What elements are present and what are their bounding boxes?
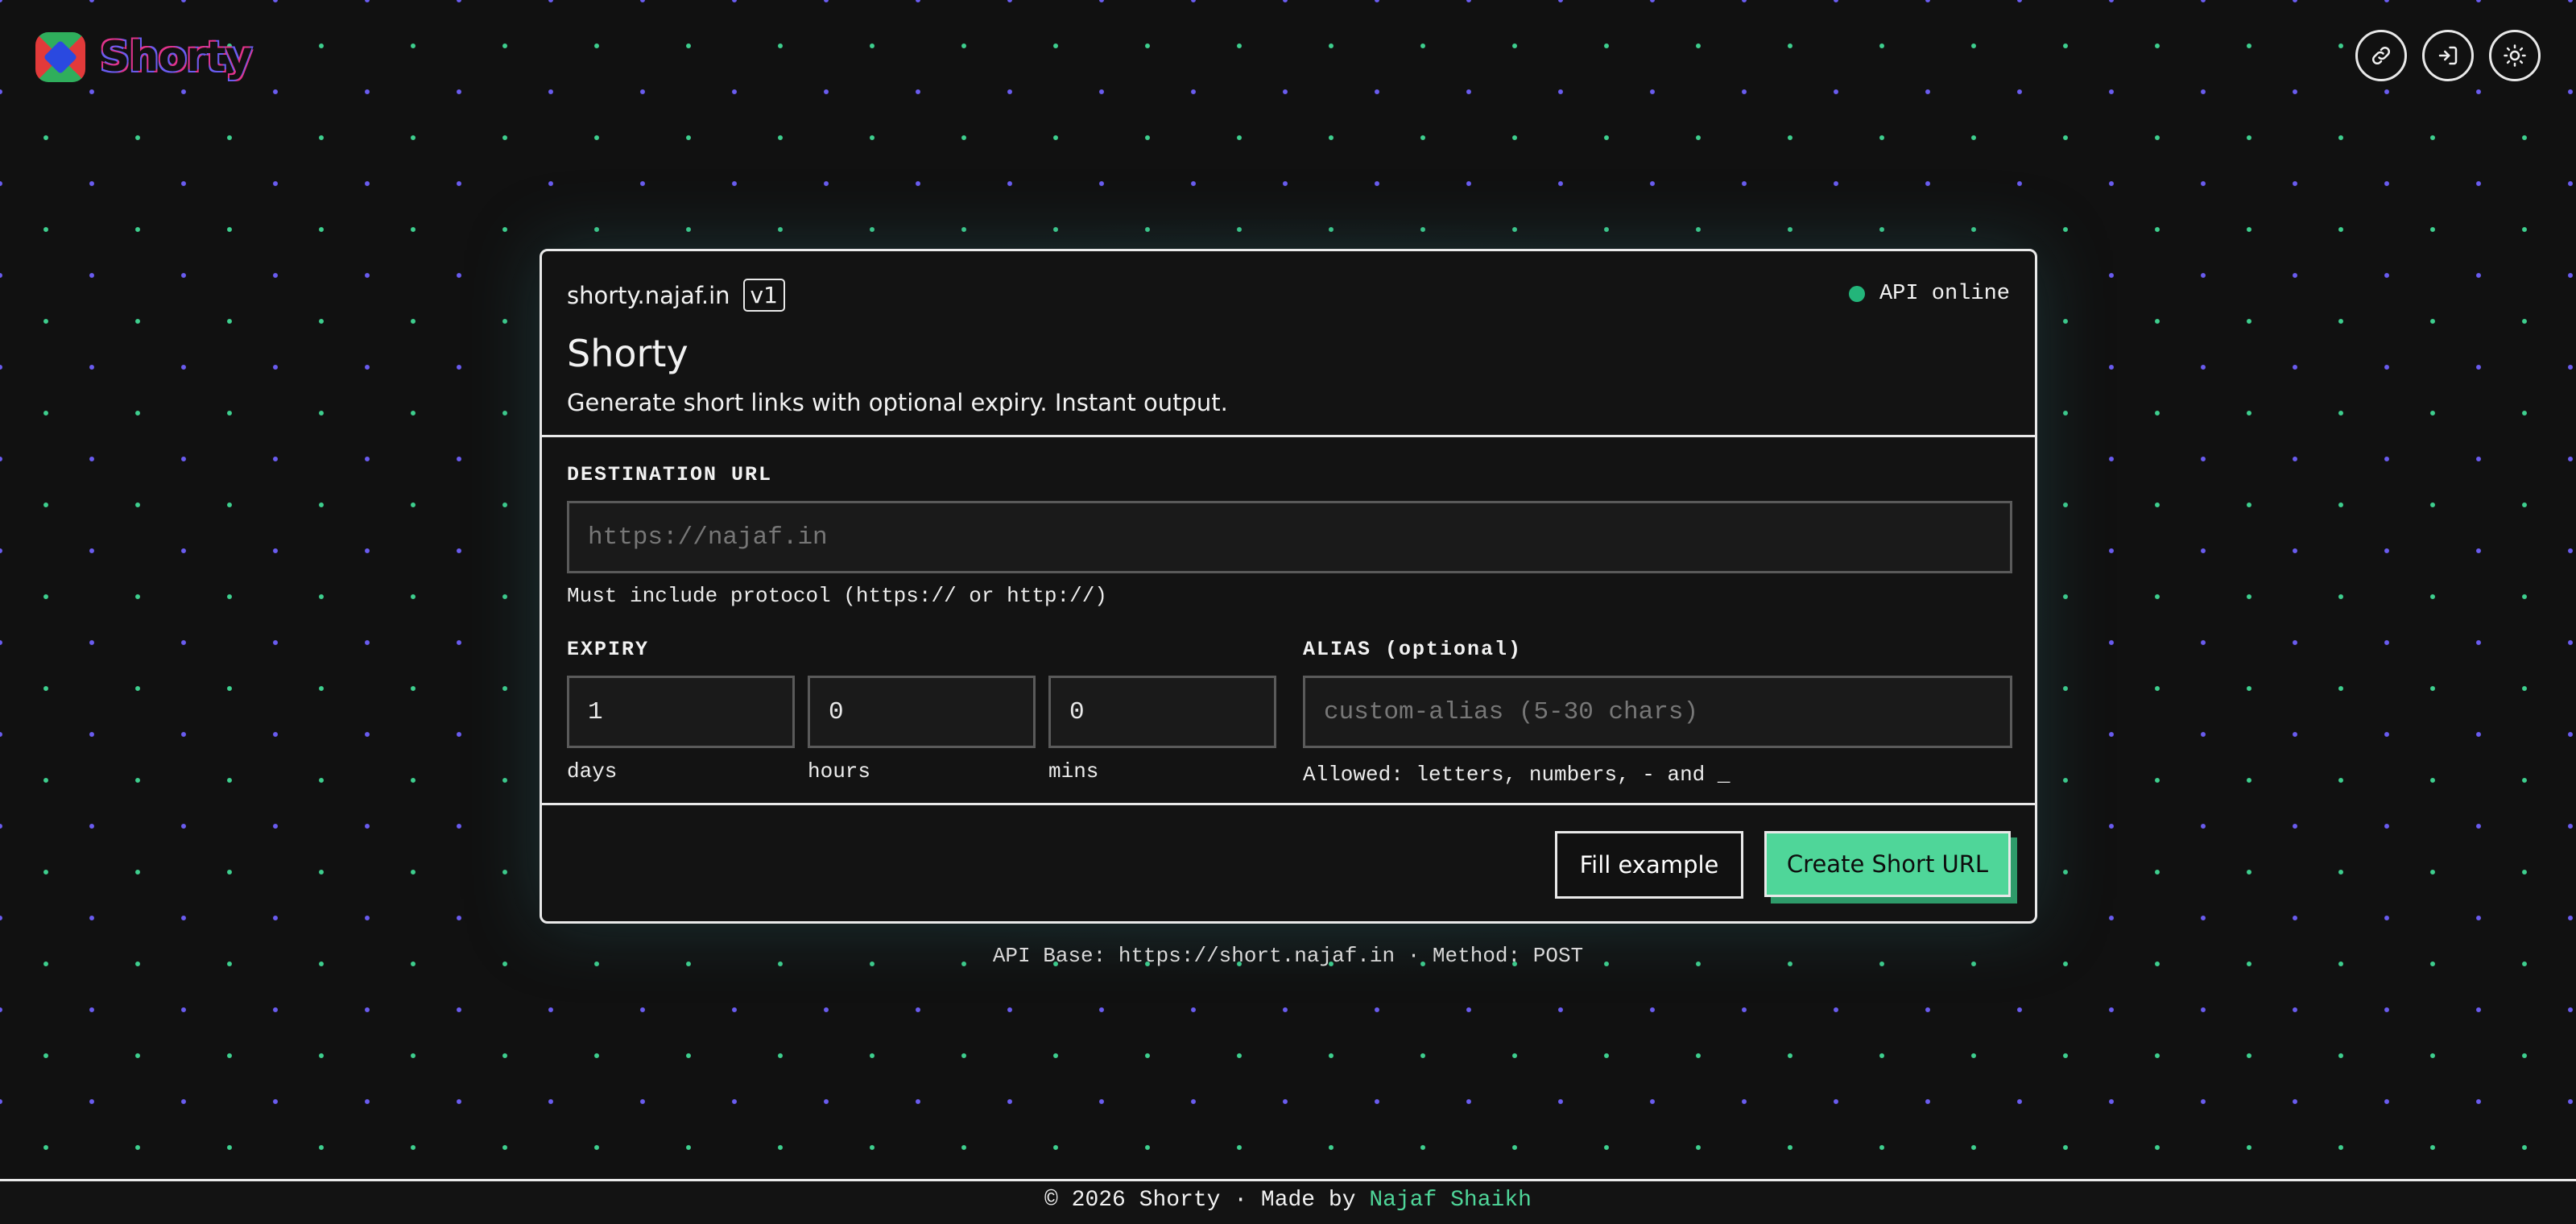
card-subtitle: Generate short links with optional expir…: [567, 389, 1228, 416]
destination-hint: Must include protocol (https:// or http:…: [567, 584, 1107, 608]
logo-icon: [35, 32, 85, 82]
alias-label: ALIAS (optional): [1303, 638, 1523, 661]
create-short-url-button[interactable]: Create Short URL: [1764, 831, 2011, 897]
expiry-label: EXPIRY: [567, 638, 650, 661]
api-base-info: API Base: https://short.najaf.in · Metho…: [992, 944, 1584, 968]
status-text: API online: [1879, 282, 2010, 306]
header-actions: [2355, 30, 2541, 81]
expiry-mins-input[interactable]: [1048, 676, 1276, 748]
domain-text: shorty.najaf.in: [567, 281, 730, 309]
alias-hint: Allowed: letters, numbers, - and _: [1303, 763, 1730, 787]
destination-label: DESTINATION URL: [567, 463, 773, 486]
card-form: DESTINATION URL Must include protocol (h…: [542, 437, 2035, 805]
card-title: Shorty: [567, 332, 688, 375]
footer-text: © 2026 Shorty · Made by: [1044, 1188, 1370, 1213]
fill-example-button[interactable]: Fill example: [1555, 831, 1743, 899]
destination-url-input[interactable]: [567, 501, 2012, 573]
brand[interactable]: Shorty: [35, 32, 253, 82]
footer: © 2026 Shorty · Made by Najaf Shaikh: [0, 1179, 2576, 1224]
alias-input[interactable]: [1303, 676, 2012, 748]
version-badge: v1: [742, 279, 785, 312]
hours-label: hours: [808, 759, 871, 784]
status-dot-icon: [1848, 286, 1865, 302]
expiry-hours-input[interactable]: [808, 676, 1036, 748]
days-label: days: [567, 759, 618, 784]
login-icon[interactable]: [2422, 30, 2474, 81]
card-actions: Fill example Create Short URL: [542, 805, 2035, 921]
api-status: API online: [1848, 282, 2010, 306]
domain-label: shorty.najaf.in v1: [567, 279, 785, 312]
brand-name: Shorty: [100, 33, 253, 81]
card-header: shorty.najaf.in v1 API online Shorty Gen…: [542, 251, 2035, 437]
author-link[interactable]: Najaf Shaikh: [1369, 1188, 1532, 1213]
shortener-card: shorty.najaf.in v1 API online Shorty Gen…: [540, 249, 2037, 924]
link-icon[interactable]: [2355, 30, 2407, 81]
mins-label: mins: [1048, 759, 1099, 784]
expiry-days-input[interactable]: [567, 676, 795, 748]
sun-icon[interactable]: [2489, 30, 2541, 81]
